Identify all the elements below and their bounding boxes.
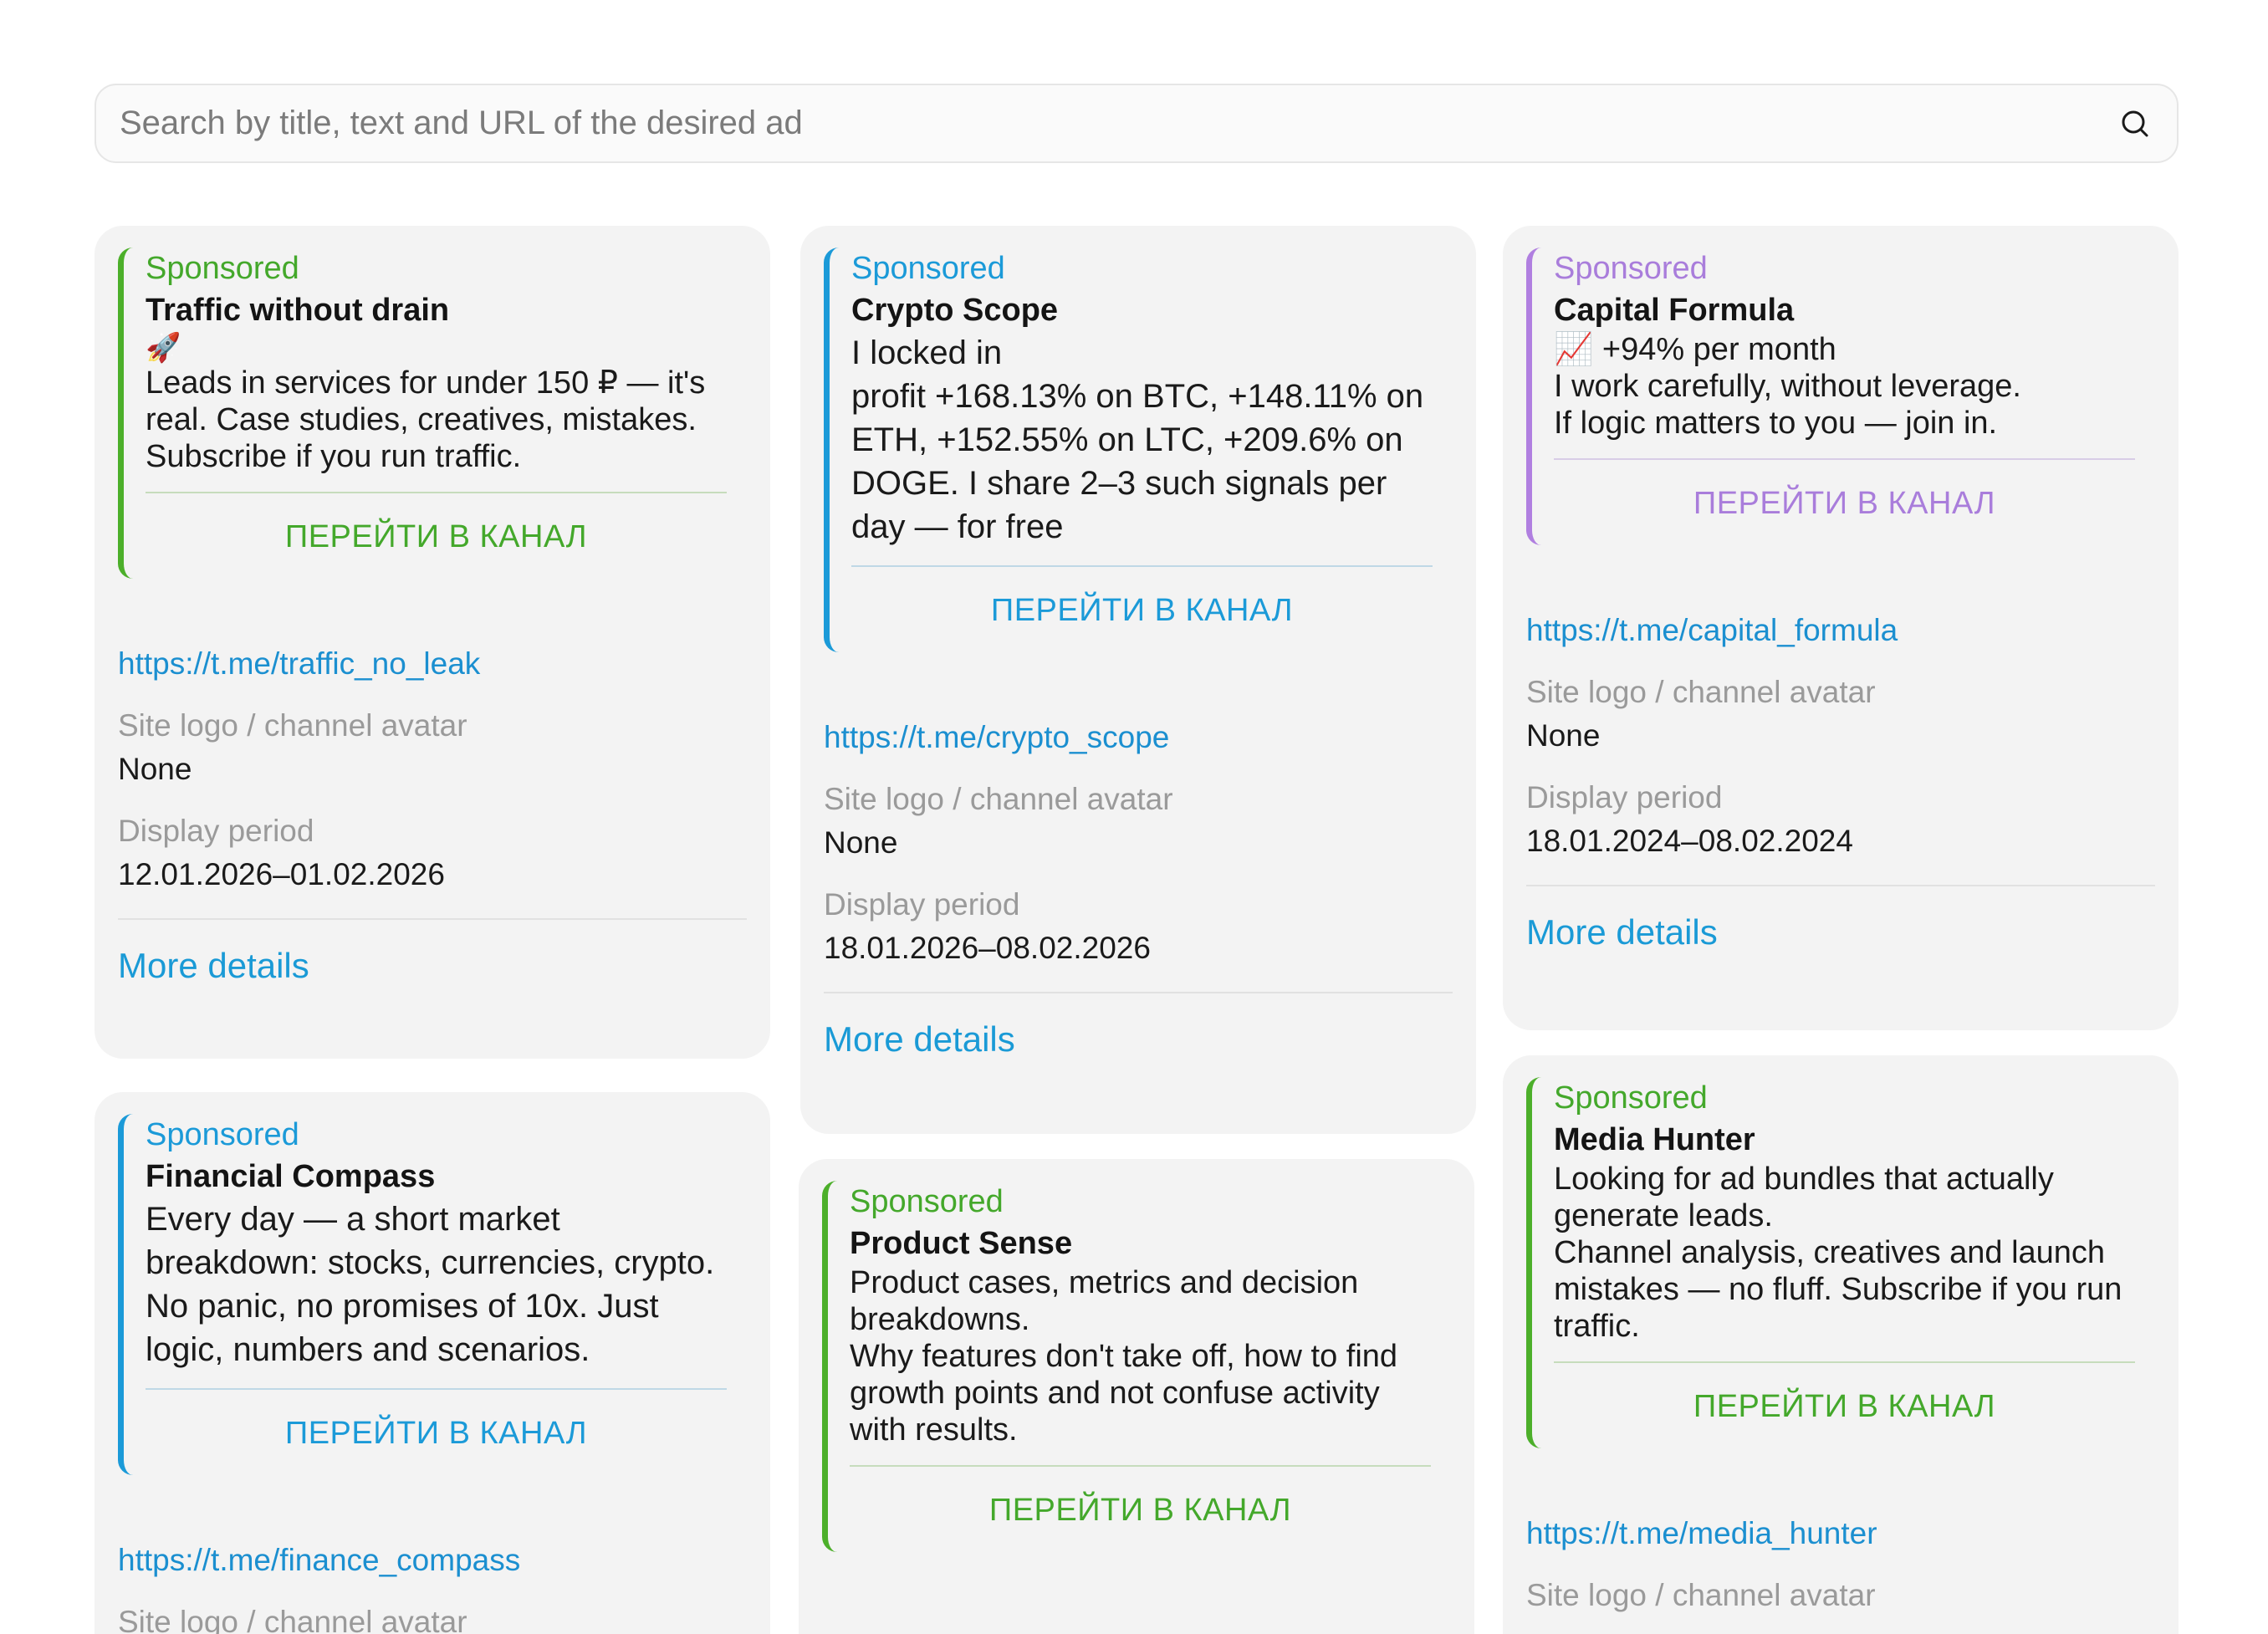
go-to-channel-button[interactable]: ПЕРЕЙТИ В КАНАЛ [146, 493, 727, 579]
more-details-link[interactable]: More details [118, 920, 747, 1020]
period-value: 12.01.2026–01.02.2026 [118, 857, 445, 891]
sponsored-label: Sponsored [851, 251, 1005, 286]
sponsored-label: Sponsored [146, 251, 299, 286]
search-bar[interactable] [94, 84, 2179, 163]
ad-card: Sponsored Traffic without drain 🚀 Leads … [94, 226, 770, 1059]
ad-preview: Sponsored Financial Compass Every day — … [118, 1114, 747, 1475]
logo-label: Site logo / channel avatar [1526, 1578, 1876, 1612]
logo-value: None [1526, 718, 1601, 753]
rocket-icon: 🚀 [146, 332, 181, 364]
more-details-link[interactable]: More details [1526, 886, 2155, 987]
ad-title: Media Hunter [1554, 1122, 1755, 1157]
ad-title: Crypto Scope [851, 293, 1059, 328]
ad-preview: Sponsored Traffic without drain 🚀 Leads … [118, 248, 747, 579]
logo-label: Site logo / channel avatar [1526, 675, 1876, 709]
go-to-channel-button[interactable]: ПЕРЕЙТИ В КАНАЛ [146, 1390, 727, 1475]
ad-preview: Sponsored Product Sense Product cases, m… [822, 1181, 1451, 1552]
go-to-channel-button[interactable]: ПЕРЕЙТИ В КАНАЛ [1554, 460, 2135, 545]
logo-value: None [118, 752, 192, 786]
sponsored-label: Sponsored [146, 1117, 299, 1152]
ad-text: Looking for ad bundles that actually gen… [1554, 1162, 2122, 1344]
ad-text: I locked in profit +168.13% on BTC, +148… [851, 334, 1424, 545]
sponsored-label: Sponsored [1554, 251, 1708, 286]
sponsored-label: Sponsored [1554, 1080, 1708, 1116]
ad-preview: Sponsored Media Hunter Looking for ad bu… [1526, 1077, 2155, 1448]
ad-card: Sponsored Financial Compass Every day — … [94, 1092, 770, 1634]
ad-title: Traffic without drain [146, 293, 450, 328]
ad-title: Product Sense [850, 1226, 1073, 1261]
ad-card: Sponsored Media Hunter Looking for ad bu… [1503, 1055, 2179, 1634]
search-icon[interactable] [2117, 105, 2153, 142]
channel-url-link[interactable]: https://t.me/capital_formula [1526, 612, 2155, 649]
search-input[interactable] [120, 105, 2117, 142]
period-label: Display period [824, 887, 1020, 922]
ad-text: I work carefully, without leverage. If l… [1554, 369, 2021, 441]
channel-url-link[interactable]: https://t.me/finance_compass [118, 1542, 747, 1579]
period-label: Display period [1526, 780, 1723, 814]
more-details-link[interactable]: More details [824, 993, 1453, 1094]
period-label: Display period [118, 814, 314, 848]
go-to-channel-button[interactable]: ПЕРЕЙТИ В КАНАЛ [851, 567, 1433, 652]
logo-label: Site logo / channel avatar [118, 1605, 467, 1634]
ad-preview: Sponsored Capital Formula 📈 +94% per mon… [1526, 248, 2155, 545]
ad-text: Every day — a short market breakdown: st… [146, 1201, 715, 1368]
ad-text: Product cases, metrics and decision brea… [850, 1265, 1398, 1448]
period-value: 18.01.2024–08.02.2024 [1526, 824, 1853, 858]
go-to-channel-button[interactable]: ПЕРЕЙТИ В КАНАЛ [850, 1467, 1431, 1552]
logo-label: Site logo / channel avatar [118, 708, 467, 743]
ad-title: Capital Formula [1554, 293, 1795, 328]
ad-card: Sponsored Product Sense Product cases, m… [799, 1159, 1474, 1634]
ad-text: Leads in services for under 150 ₽ — it's… [146, 365, 706, 474]
sponsored-label: Sponsored [850, 1184, 1004, 1219]
ad-text-highlight: 📈 +94% per month [1554, 332, 1836, 367]
ad-title: Financial Compass [146, 1159, 436, 1194]
logo-label: Site logo / channel avatar [824, 782, 1173, 816]
period-value: 18.01.2026–08.02.2026 [824, 931, 1151, 965]
channel-url-link[interactable]: https://t.me/media_hunter [1526, 1515, 2155, 1552]
go-to-channel-button[interactable]: ПЕРЕЙТИ В КАНАЛ [1554, 1363, 2135, 1448]
ad-preview: Sponsored Crypto Scope I locked in profi… [824, 248, 1453, 652]
channel-url-link[interactable]: https://t.me/traffic_no_leak [118, 646, 747, 682]
channel-url-link[interactable]: https://t.me/crypto_scope [824, 719, 1453, 756]
ads-page: Sponsored Traffic without drain 🚀 Leads … [0, 0, 2268, 1634]
logo-value: None [824, 825, 898, 860]
ad-card: Sponsored Capital Formula 📈 +94% per mon… [1503, 226, 2179, 1030]
ad-card: Sponsored Crypto Scope I locked in profi… [800, 226, 1476, 1134]
